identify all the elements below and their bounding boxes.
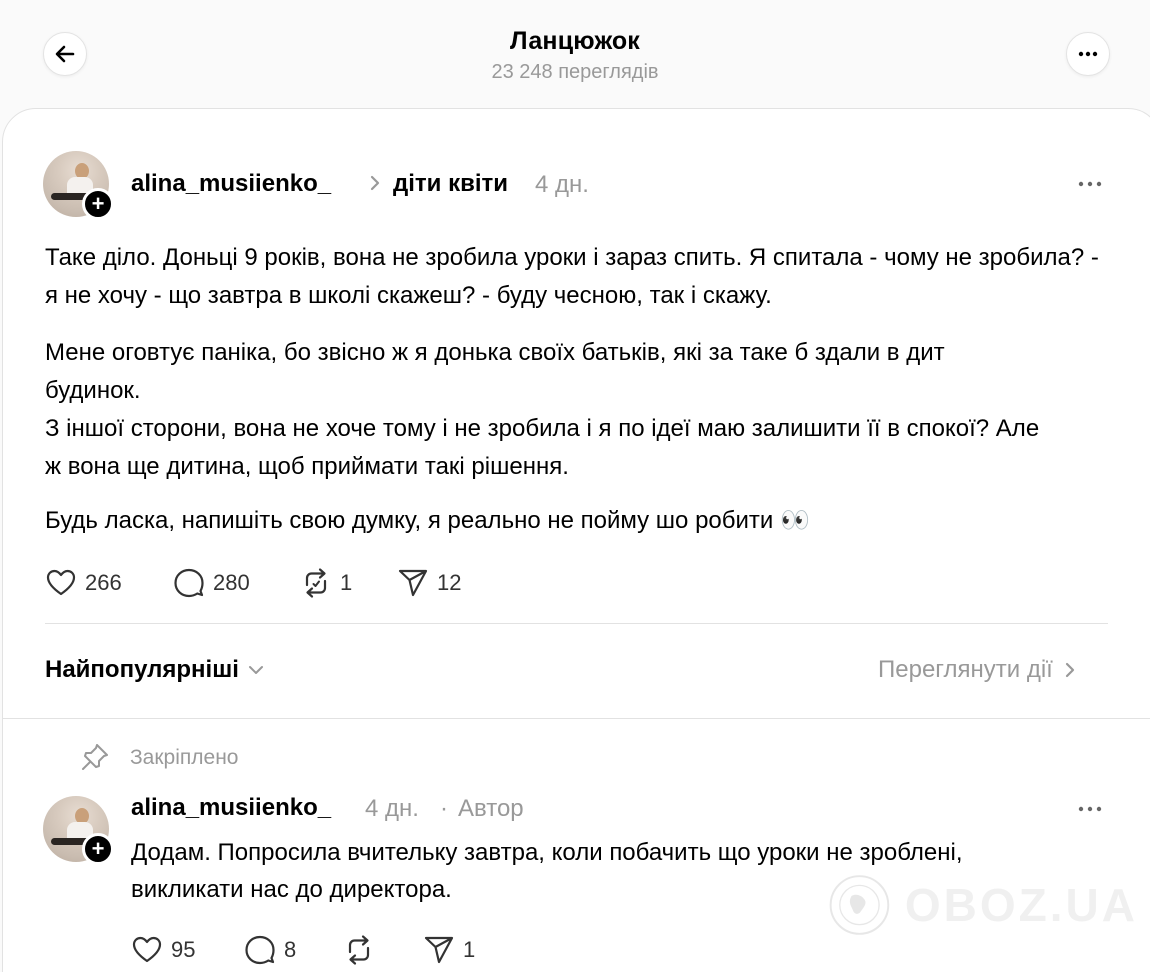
reply-time: 4 дн. (365, 795, 419, 822)
comment-button[interactable]: 280 (173, 567, 250, 599)
repost-icon (305, 568, 327, 598)
more-icon (1078, 51, 1098, 57)
watermark: OBOZ.UA (828, 855, 1138, 955)
share-count: 12 (437, 570, 462, 595)
share-icon (424, 936, 454, 964)
like-button[interactable]: 266 (45, 567, 122, 599)
post-username[interactable]: alina_musiienko_ (131, 170, 331, 198)
post-topic[interactable]: діти квіти (393, 170, 508, 198)
separator-dot: · (440, 795, 448, 822)
comment-count: 280 (213, 570, 250, 595)
more-icon (1078, 806, 1102, 812)
globe-icon (829, 875, 890, 935)
post-paragraph: З іншої сторони, вона не хоче тому і не … (45, 415, 1040, 480)
reply-share-button[interactable]: 1 (423, 934, 475, 966)
author-badge: Автор (458, 795, 524, 822)
comment-icon (245, 935, 275, 965)
sort-label: Найпопулярніші (45, 656, 239, 683)
top-bar: Ланцюжок 23 248 переглядів (0, 0, 1150, 108)
pinned-label: Закріплено (130, 746, 239, 769)
reply-username[interactable]: alina_musiienko_ (131, 794, 331, 822)
repost-count: 1 (340, 570, 353, 595)
post-paragraph: Мене оговтує паніка, бо звісно ж я доньк… (45, 339, 945, 404)
share-button[interactable]: 12 (397, 567, 461, 599)
view-activity-link[interactable]: Переглянути дії (878, 656, 1077, 684)
watermark-text: OBOZ.UA (904, 879, 1138, 931)
follow-plus-icon[interactable]: + (82, 188, 114, 220)
view-count: 23 248 переглядів (491, 61, 659, 83)
heart-icon (46, 569, 76, 596)
post-paragraph: Будь ласка, напишіть свою думку, я реаль… (45, 507, 810, 534)
reply-repost-button[interactable] (343, 934, 375, 966)
reply-like-button[interactable]: 95 (131, 934, 195, 966)
like-count: 266 (85, 570, 122, 595)
more-options-button[interactable] (1066, 32, 1110, 76)
page-title: Ланцюжок (509, 27, 641, 55)
repost-button[interactable]: 1 (300, 567, 352, 599)
view-activity-label: Переглянути дії (878, 656, 1053, 683)
post-time: 4 дн. (535, 171, 589, 198)
chevron-down-icon (248, 666, 263, 674)
reply-share-count: 1 (463, 937, 476, 962)
share-icon (398, 569, 428, 597)
post-paragraph: Таке діло. Доньці 9 років, вона не зроби… (45, 244, 1099, 309)
follow-plus-icon[interactable]: + (82, 833, 114, 865)
sort-dropdown[interactable]: Найпопулярніші (45, 656, 265, 684)
pin-icon (82, 744, 108, 770)
heart-icon (132, 936, 162, 963)
repost-icon (348, 935, 370, 965)
comment-icon (174, 568, 204, 598)
reply-like-count: 95 (171, 937, 196, 962)
chevron-right-icon (1065, 662, 1074, 678)
chevron-right-icon (368, 172, 382, 200)
reply-more-button[interactable] (1076, 795, 1104, 830)
post-more-button[interactable] (1076, 170, 1104, 205)
divider (2, 718, 1150, 719)
reply-comment-button[interactable]: 8 (244, 934, 296, 966)
reply-comment-count: 8 (284, 937, 297, 962)
divider (45, 623, 1108, 624)
more-icon (1078, 181, 1102, 187)
